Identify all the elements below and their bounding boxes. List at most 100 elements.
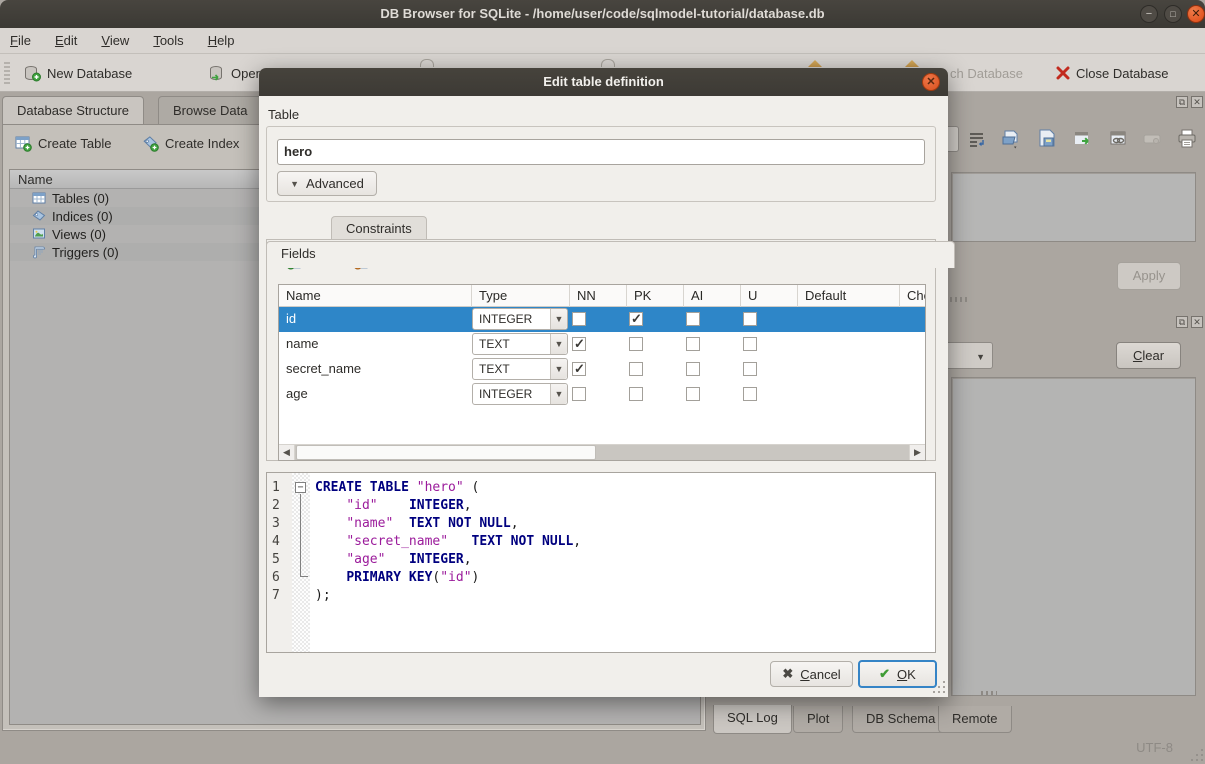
link-icon[interactable]: [1108, 128, 1127, 147]
u-checkbox[interactable]: [743, 337, 757, 351]
create-table-button[interactable]: Create Table: [15, 135, 111, 152]
ai-checkbox[interactable]: [686, 387, 700, 401]
dock-splitter-handle[interactable]: [950, 297, 968, 302]
field-row-id[interactable]: id INTEGER▼: [279, 307, 925, 332]
resize-grip[interactable]: [981, 691, 997, 696]
minimize-button[interactable]: −: [1140, 5, 1158, 23]
dialog-resize-grip[interactable]: [932, 681, 945, 694]
table-name-input[interactable]: hero: [277, 139, 925, 165]
encoding-indicator[interactable]: UTF-8: [1136, 740, 1173, 755]
print-icon[interactable]: [1177, 128, 1196, 147]
field-row-age[interactable]: age INTEGER▼: [279, 382, 925, 407]
line-number-gutter: 1234567: [267, 473, 292, 652]
chevron-down-icon: ▼: [550, 334, 567, 354]
ok-icon: ✔: [879, 666, 890, 682]
menu-view[interactable]: View: [101, 33, 129, 48]
fold-collapse-icon[interactable]: −: [295, 482, 306, 493]
ok-button[interactable]: ✔ OK: [858, 660, 937, 688]
chevron-down-icon: ▼: [976, 352, 985, 362]
cell-editor-textarea[interactable]: [951, 172, 1196, 242]
type-dropdown[interactable]: INTEGER▼: [472, 308, 568, 330]
close-database-button[interactable]: Close Database: [1056, 54, 1169, 92]
tab-sql-log[interactable]: SQL Log: [713, 705, 792, 734]
field-row-name[interactable]: name TEXT▼: [279, 332, 925, 357]
apply-button: Apply: [1117, 262, 1181, 290]
import-cell-icon[interactable]: [1000, 128, 1019, 147]
views-icon: [32, 227, 46, 241]
field-row-secret-name[interactable]: secret_name TEXT▼: [279, 357, 925, 382]
dialog-close-button[interactable]: ✕: [922, 73, 940, 91]
nn-checkbox[interactable]: [572, 312, 586, 326]
chevron-down-icon: ▼: [550, 359, 567, 379]
tab-db-schema[interactable]: DB Schema: [852, 706, 949, 733]
dock-float-icon[interactable]: ⧉: [1176, 96, 1188, 108]
pk-checkbox[interactable]: [629, 337, 643, 351]
menu-help[interactable]: Help: [208, 33, 235, 48]
create-index-icon: [142, 135, 159, 152]
toolbar-handle[interactable]: [4, 62, 10, 86]
ai-checkbox[interactable]: [686, 362, 700, 376]
pk-checkbox[interactable]: [629, 312, 643, 326]
create-index-button[interactable]: Create Index: [142, 135, 239, 152]
type-dropdown[interactable]: TEXT▼: [472, 333, 568, 355]
triggers-icon: [32, 245, 46, 259]
dialog-titlebar[interactable]: Edit table definition ✕: [259, 68, 948, 96]
tab-fields[interactable]: Fields: [266, 241, 955, 268]
pk-checkbox[interactable]: [629, 387, 643, 401]
clear-log-button[interactable]: Clear: [1116, 342, 1181, 369]
maximize-button[interactable]: □: [1164, 5, 1182, 23]
menubar: File Edit View Tools Help: [0, 28, 1205, 54]
cancel-button[interactable]: ✖ Cancel: [770, 661, 853, 687]
nn-checkbox[interactable]: [572, 362, 586, 376]
word-wrap-icon[interactable]: [967, 130, 986, 149]
type-dropdown[interactable]: TEXT▼: [472, 358, 568, 380]
menu-file[interactable]: File: [10, 33, 31, 48]
obscured-toolbar-icon: [601, 59, 615, 67]
scroll-left-icon[interactable]: ◀: [279, 445, 295, 460]
fields-table: Name Type NN PK AI U Default Check id IN…: [278, 284, 926, 461]
advanced-button[interactable]: ▼ Advanced: [277, 171, 377, 196]
window-titlebar[interactable]: DB Browser for SQLite - /home/user/code/…: [0, 0, 1205, 28]
pk-checkbox[interactable]: [629, 362, 643, 376]
window-resize-grip[interactable]: [1190, 749, 1203, 762]
horizontal-scrollbar[interactable]: ◀ ▶: [279, 444, 925, 460]
u-checkbox[interactable]: [743, 312, 757, 326]
attach-database-button: ch Database: [950, 54, 1023, 92]
ai-checkbox[interactable]: [686, 337, 700, 351]
fields-table-header: Name Type NN PK AI U Default Check: [279, 285, 925, 307]
u-checkbox[interactable]: [743, 387, 757, 401]
type-dropdown[interactable]: INTEGER▼: [472, 383, 568, 405]
tab-database-structure[interactable]: Database Structure: [2, 96, 144, 125]
dock-float-icon[interactable]: ⧉: [1176, 316, 1188, 328]
indices-icon: [32, 209, 46, 223]
chevron-down-icon: ▼: [550, 384, 567, 404]
tab-plot[interactable]: Plot: [793, 706, 843, 733]
sql-log-view[interactable]: [951, 377, 1196, 696]
statusbar: UTF-8: [0, 734, 1205, 764]
close-button[interactable]: ✕: [1187, 5, 1205, 23]
create-table-icon: [15, 135, 32, 152]
dock-close-icon[interactable]: ✕: [1191, 316, 1203, 328]
tab-remote[interactable]: Remote: [938, 706, 1012, 733]
nn-checkbox[interactable]: [572, 387, 586, 401]
menu-edit[interactable]: Edit: [55, 33, 77, 48]
sql-preview-editor[interactable]: 1234567 − CREATE TABLE "hero" ( "id" INT…: [266, 472, 936, 653]
tab-constraints[interactable]: Constraints: [331, 216, 427, 240]
export-cell-icon[interactable]: [1036, 128, 1055, 147]
ai-checkbox[interactable]: [686, 312, 700, 326]
chevron-down-icon: ▼: [290, 179, 299, 189]
edit-table-dialog: Edit table definition ✕ Table hero ▼ Adv…: [259, 68, 948, 697]
new-database-button[interactable]: New Database: [24, 54, 132, 92]
dock-close-icon[interactable]: ✕: [1191, 96, 1203, 108]
tab-browse-data[interactable]: Browse Data: [158, 96, 262, 124]
open-external-icon[interactable]: [1072, 128, 1091, 147]
set-null-icon: [1143, 130, 1162, 149]
scroll-right-icon[interactable]: ▶: [909, 445, 925, 460]
u-checkbox[interactable]: [743, 362, 757, 376]
obscured-toolbar-icon: [420, 59, 434, 67]
sql-code-lines: CREATE TABLE "hero" ( "id" INTEGER, "nam…: [310, 473, 581, 652]
scrollbar-thumb[interactable]: [296, 445, 596, 460]
close-database-icon: [1056, 66, 1070, 80]
nn-checkbox[interactable]: [572, 337, 586, 351]
menu-tools[interactable]: Tools: [153, 33, 183, 48]
